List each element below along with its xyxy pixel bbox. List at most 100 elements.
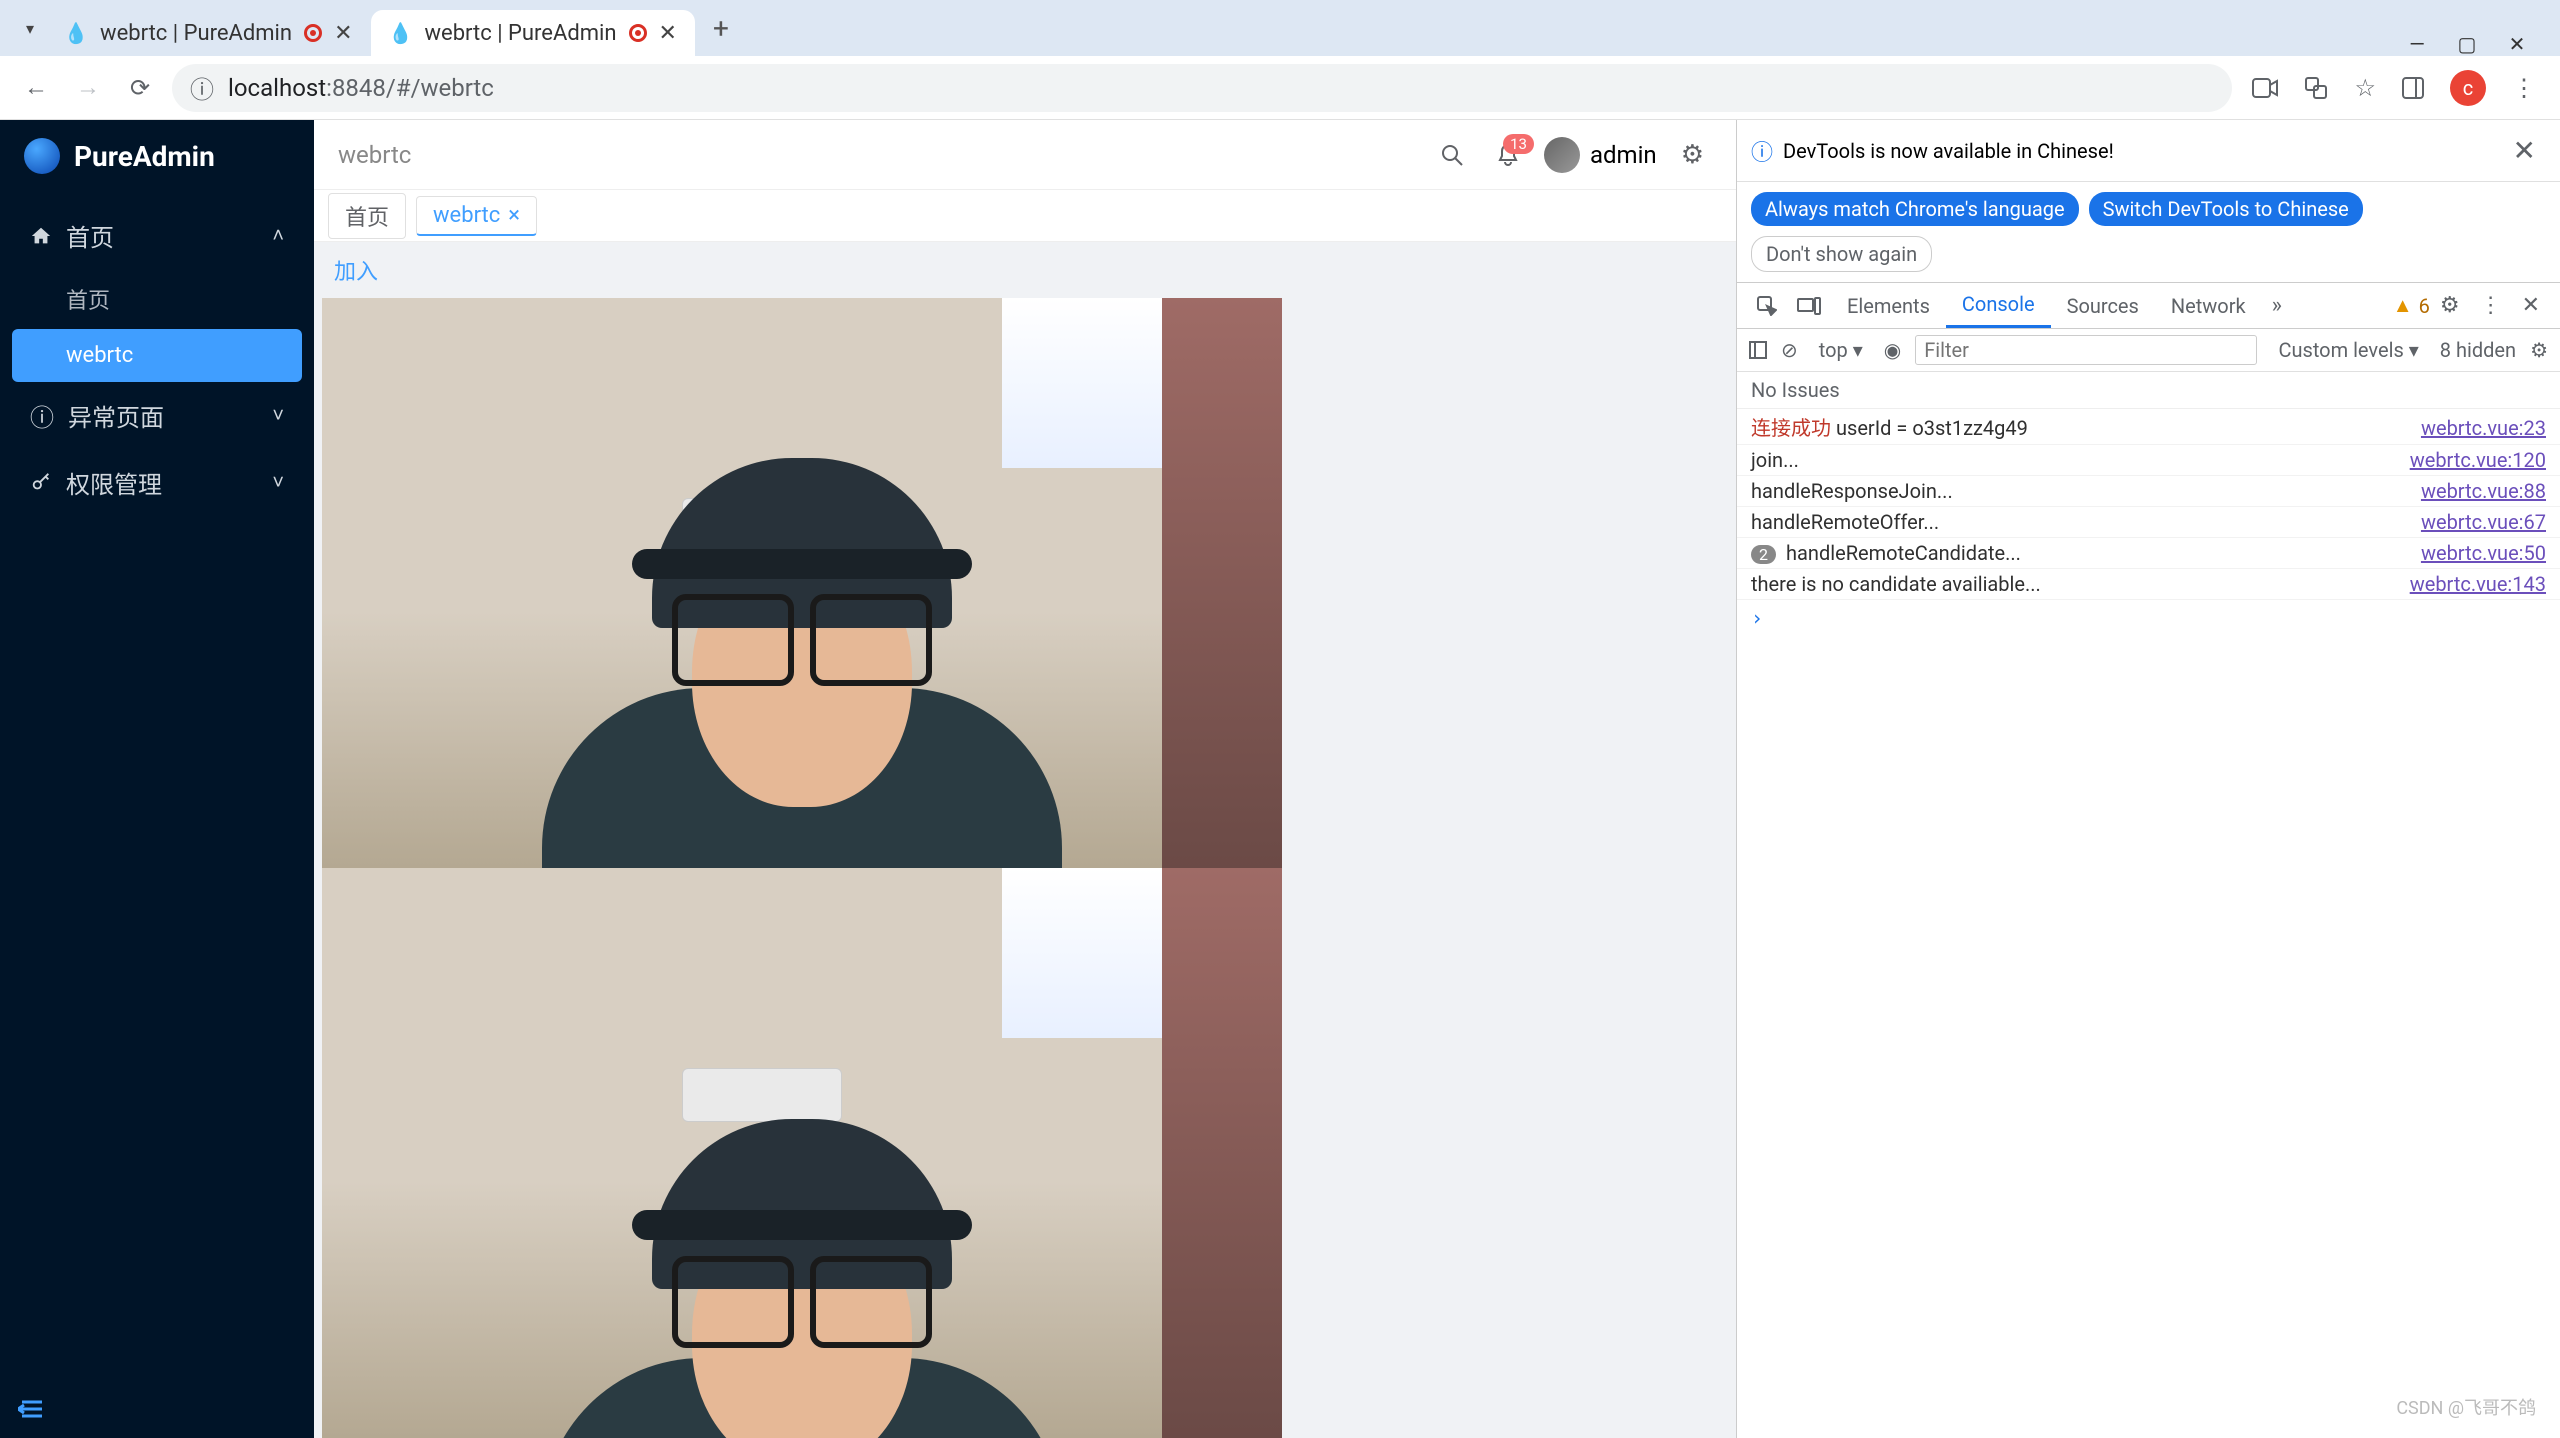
reload-button[interactable]: ⟳: [120, 68, 160, 108]
more-tabs-icon[interactable]: »: [2262, 293, 2292, 318]
source-link[interactable]: webrtc.vue:143: [2410, 572, 2546, 596]
collapse-sidebar-button[interactable]: [0, 1380, 314, 1438]
local-video[interactable]: [322, 298, 1282, 868]
context-select[interactable]: top ▾: [1812, 335, 1870, 365]
chevron-down-icon: ˅: [272, 470, 284, 495]
sidebar-item-permission[interactable]: 权限管理 ˅: [12, 449, 302, 516]
close-tab-icon[interactable]: ✕: [659, 21, 677, 46]
close-tab-icon[interactable]: ✕: [334, 21, 352, 46]
app-header: webrtc 13 admin ⚙: [314, 120, 1736, 190]
chevron-down-icon: ˅: [272, 403, 284, 428]
sidebar-item-home[interactable]: 首页 ˄: [12, 202, 302, 269]
close-window-button[interactable]: ✕: [2502, 32, 2532, 56]
source-link[interactable]: webrtc.vue:88: [2421, 479, 2546, 503]
join-link[interactable]: 加入: [334, 260, 378, 285]
device-icon[interactable]: [1787, 297, 1831, 315]
hidden-count: 8 hidden: [2440, 338, 2516, 362]
browser-toolbar: ← → ⟳ ⓘ localhost:8848/#/webrtc ☆ c ⋮: [0, 56, 2560, 120]
video-area: [314, 298, 1736, 1438]
log-row: 2 handleRemoteCandidate... webrtc.vue:50: [1737, 538, 2560, 569]
levels-select[interactable]: Custom levels ▾: [2271, 335, 2425, 365]
issues-row[interactable]: No Issues: [1737, 372, 2560, 409]
recording-icon: [629, 24, 647, 42]
sidebar-item-label: 异常页面: [68, 398, 164, 433]
source-link[interactable]: webrtc.vue:120: [2410, 448, 2546, 472]
site-info-icon[interactable]: ⓘ: [190, 70, 214, 105]
close-info-button[interactable]: ✕: [2503, 128, 2546, 173]
menu-icon[interactable]: ⋮: [2512, 74, 2536, 102]
repeat-count-badge: 2: [1751, 545, 1776, 564]
source-link[interactable]: webrtc.vue:50: [2421, 541, 2546, 565]
avatar: [1544, 137, 1580, 173]
lang-switch-button[interactable]: Switch DevTools to Chinese: [2089, 192, 2363, 226]
lang-dismiss-button[interactable]: Don't show again: [1751, 236, 1932, 272]
lang-match-button[interactable]: Always match Chrome's language: [1751, 192, 2079, 226]
warning-icon: ▲: [2393, 293, 2413, 318]
maximize-button[interactable]: ▢: [2452, 32, 2482, 56]
clear-console-icon[interactable]: ⊘: [1781, 338, 1798, 362]
remote-video[interactable]: [322, 868, 1282, 1438]
app-tab-webrtc[interactable]: webrtc ×: [416, 196, 537, 236]
url-text: localhost:8848/#/webrtc: [228, 74, 494, 102]
gear-icon[interactable]: ⚙: [1673, 140, 1712, 170]
console-settings-icon[interactable]: ⚙: [2530, 338, 2548, 362]
sidebar-sub-webrtc[interactable]: webrtc: [12, 329, 302, 382]
devtools-tab-elements[interactable]: Elements: [1831, 283, 1946, 328]
forward-button[interactable]: →: [68, 68, 108, 108]
app-tab-home[interactable]: 首页: [328, 193, 406, 239]
live-expression-icon[interactable]: ◉: [1884, 338, 1901, 362]
inspect-icon[interactable]: [1747, 296, 1787, 316]
tab-title: webrtc | PureAdmin: [425, 21, 617, 46]
source-link[interactable]: webrtc.vue:67: [2421, 510, 2546, 534]
devtools-tab-sources[interactable]: Sources: [2051, 283, 2155, 328]
home-icon: [30, 225, 52, 247]
notification-icon[interactable]: 13: [1488, 142, 1528, 168]
bookmark-icon[interactable]: ☆: [2354, 74, 2376, 102]
recording-icon: [304, 24, 322, 42]
console-prompt[interactable]: ›: [1737, 600, 2560, 636]
log-row: handleRemoteOffer... webrtc.vue:67: [1737, 507, 2560, 538]
username: admin: [1590, 141, 1657, 169]
badge: 13: [1503, 134, 1534, 154]
devtools-info-bar: ⓘ DevTools is now available in Chinese! …: [1737, 120, 2560, 182]
profile-avatar[interactable]: c: [2450, 70, 2486, 106]
tab-search-dropdown[interactable]: ▾: [14, 19, 46, 38]
filter-input[interactable]: [1915, 335, 2257, 365]
browser-tab[interactable]: 💧 webrtc | PureAdmin ✕: [46, 10, 370, 56]
translate-icon[interactable]: [2304, 76, 2328, 100]
sidebar-item-error[interactable]: ⓘ 异常页面 ˅: [12, 382, 302, 449]
favicon-icon: 💧: [64, 21, 88, 45]
devtools-tab-network[interactable]: Network: [2155, 283, 2262, 328]
main-panel: webrtc 13 admin ⚙ 首页 webrtc: [314, 120, 1736, 1438]
address-bar[interactable]: ⓘ localhost:8848/#/webrtc: [172, 64, 2232, 112]
console-sidebar-icon[interactable]: [1749, 341, 1767, 359]
watermark: CSDN @飞哥不鸽: [2396, 1394, 2536, 1420]
brand[interactable]: PureAdmin: [0, 120, 314, 192]
tab-title: webrtc | PureAdmin: [100, 21, 292, 46]
sidebar-sub-home[interactable]: 首页: [12, 269, 302, 329]
camera-icon[interactable]: [2252, 78, 2278, 98]
source-link[interactable]: webrtc.vue:23: [2421, 416, 2546, 440]
devtools-close-icon[interactable]: ✕: [2512, 293, 2550, 318]
log-row: there is no candidate availiable... webr…: [1737, 569, 2560, 600]
back-button[interactable]: ←: [16, 68, 56, 108]
side-panel-icon[interactable]: [2402, 77, 2424, 99]
log-row: join... webrtc.vue:120: [1737, 445, 2560, 476]
warnings-badge[interactable]: ▲ 6: [2393, 293, 2430, 318]
breadcrumb: webrtc: [338, 141, 411, 169]
devtools-settings-icon[interactable]: ⚙: [2430, 293, 2470, 318]
devtools-info-text: DevTools is now available in Chinese!: [1783, 139, 2114, 163]
search-icon[interactable]: [1432, 143, 1472, 167]
devtools-menu-icon[interactable]: ⋮: [2470, 293, 2512, 318]
sidebar-item-label: 权限管理: [66, 465, 162, 500]
join-link-row: 加入: [314, 242, 1736, 298]
browser-tab-active[interactable]: 💧 webrtc | PureAdmin ✕: [371, 10, 695, 56]
user-menu[interactable]: admin: [1544, 137, 1657, 173]
info-icon: ⓘ: [1751, 135, 1773, 167]
new-tab-button[interactable]: +: [695, 12, 747, 45]
minimize-button[interactable]: —: [2402, 32, 2432, 56]
brand-text: PureAdmin: [74, 140, 215, 173]
devtools-tab-console[interactable]: Console: [1946, 283, 2051, 328]
close-tab-icon[interactable]: ×: [508, 203, 520, 228]
app-tab-strip: 首页 webrtc ×: [314, 190, 1736, 242]
